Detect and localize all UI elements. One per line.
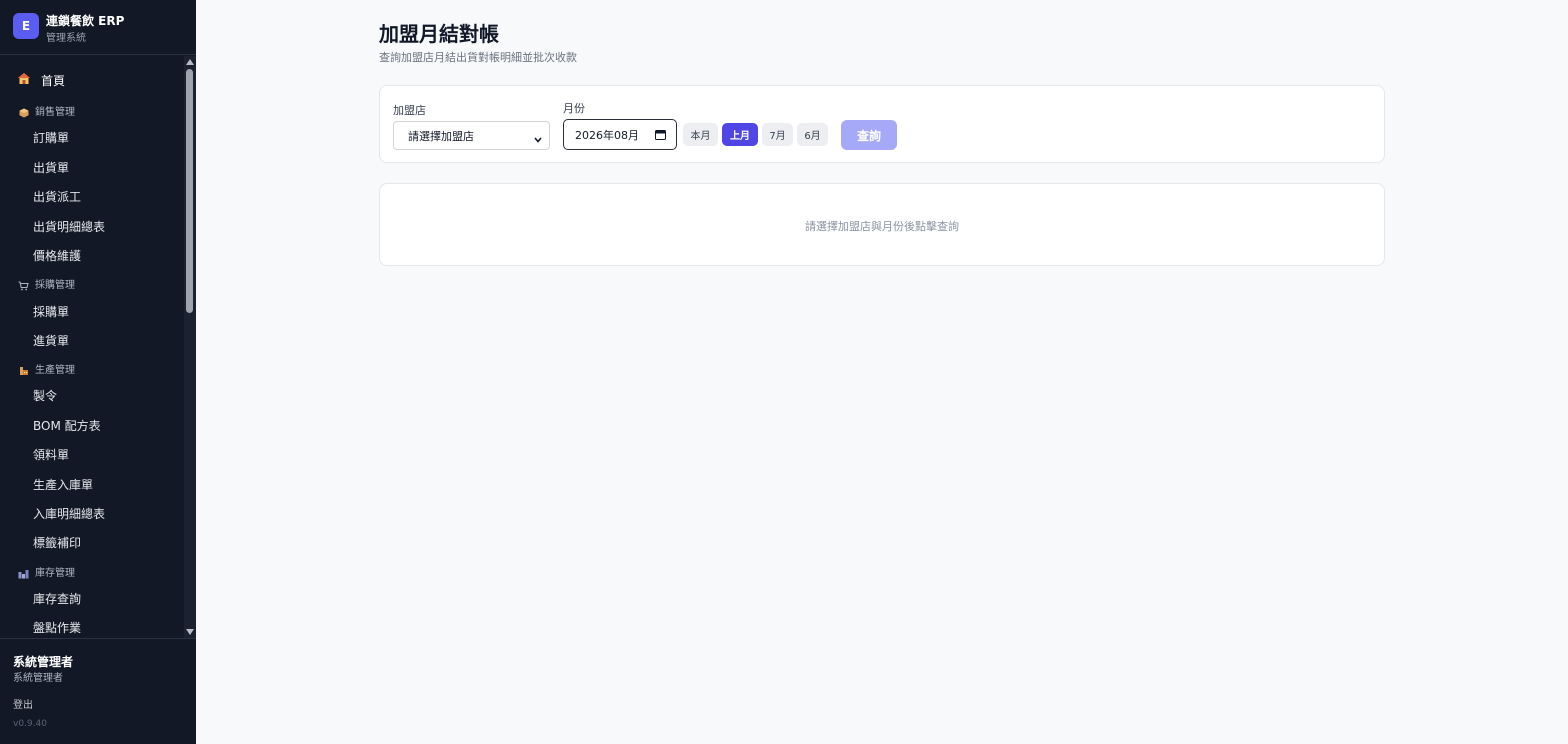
- sidebar-item-receipts[interactable]: 進貨單: [33, 333, 69, 349]
- chevron-down-icon: [534, 133, 542, 143]
- logout-link[interactable]: 登出: [13, 696, 33, 711]
- warehouse-icon: [18, 569, 29, 580]
- brand-logo: E: [13, 13, 39, 39]
- sidebar-item-bom[interactable]: BOM 配方表: [33, 418, 101, 434]
- sidebar: E 連鎖餐飲 ERP 管理系統 首頁 銷售管理 訂購單 出貨單 出貨派工 出貨明…: [0, 0, 196, 744]
- user-name: 系統管理者: [13, 655, 74, 669]
- box-icon: [18, 108, 29, 119]
- section-inventory: 庫存管理: [18, 567, 75, 581]
- empty-state-message: 請選擇加盟店與月份後點擊查詢: [805, 220, 959, 233]
- sidebar-item-work-orders[interactable]: 製令: [33, 388, 57, 404]
- scroll-thumb[interactable]: [186, 69, 193, 313]
- sidebar-item-label-reprint[interactable]: 標籤補印: [33, 535, 81, 551]
- quick-month-last[interactable]: 上月: [722, 123, 758, 146]
- sidebar-item-stock-query[interactable]: 庫存查詢: [33, 591, 81, 607]
- page-title: 加盟月結對帳: [379, 22, 499, 46]
- quick-month-june[interactable]: 6月: [797, 123, 828, 146]
- user-role: 系統管理者: [13, 673, 63, 684]
- section-sales: 銷售管理: [18, 106, 75, 120]
- sidebar-scrollbar[interactable]: [184, 56, 196, 638]
- section-production: 生產管理: [18, 364, 75, 378]
- sidebar-item-orders[interactable]: 訂購單: [33, 130, 69, 146]
- filter-card: 加盟店 請選擇加盟店 月份 2026年08月 本月 上月 7月 6月 查詢: [379, 85, 1385, 163]
- calendar-icon[interactable]: [655, 129, 666, 140]
- sidebar-item-shipments[interactable]: 出貨單: [33, 160, 69, 176]
- query-button[interactable]: 查詢: [841, 120, 897, 150]
- app-version: v0.9.40: [13, 719, 47, 729]
- sidebar-item-label: 首頁: [41, 73, 66, 88]
- user-panel: 系統管理者 系統管理者 登出 v0.9.40: [0, 638, 196, 744]
- brand-header: E 連鎖餐飲 ERP 管理系統: [0, 0, 196, 55]
- quick-month-july[interactable]: 7月: [762, 123, 793, 146]
- sidebar-item-receipt-detail[interactable]: 入庫明細總表: [33, 506, 105, 522]
- month-label: 月份: [563, 102, 585, 115]
- page-subtitle: 查詢加盟店月結出貨對帳明細並批次收款: [379, 51, 577, 64]
- sidebar-item-stocktake[interactable]: 盤點作業: [33, 620, 81, 636]
- home-icon: [17, 72, 31, 89]
- store-label: 加盟店: [393, 104, 426, 117]
- scroll-down-icon[interactable]: [186, 629, 194, 635]
- cart-icon: [18, 281, 29, 292]
- brand-title: 連鎖餐飲 ERP: [46, 14, 125, 28]
- brand-subtitle: 管理系統: [46, 33, 86, 44]
- quick-month-this[interactable]: 本月: [683, 123, 718, 146]
- sidebar-nav: 首頁 銷售管理 訂購單 出貨單 出貨派工 出貨明細總表 價格維護 採購管理 採購…: [0, 56, 184, 638]
- sidebar-item-price[interactable]: 價格維護: [33, 248, 81, 264]
- factory-icon: [18, 366, 29, 377]
- store-select[interactable]: 請選擇加盟店: [393, 121, 550, 150]
- sidebar-item-dispatch[interactable]: 出貨派工: [33, 189, 81, 205]
- sidebar-item-production-receipt[interactable]: 生產入庫單: [33, 477, 93, 493]
- sidebar-item-material-issue[interactable]: 領料單: [33, 447, 69, 463]
- sidebar-item-shipment-detail[interactable]: 出貨明細總表: [33, 219, 105, 235]
- sidebar-item-purchase-orders[interactable]: 採購單: [33, 304, 69, 320]
- month-input[interactable]: 2026年08月: [563, 119, 677, 150]
- result-card: 請選擇加盟店與月份後點擊查詢: [379, 183, 1385, 266]
- scroll-up-icon[interactable]: [186, 59, 194, 65]
- section-purchasing: 採購管理: [18, 279, 75, 293]
- sidebar-item-home[interactable]: 首頁: [17, 72, 65, 89]
